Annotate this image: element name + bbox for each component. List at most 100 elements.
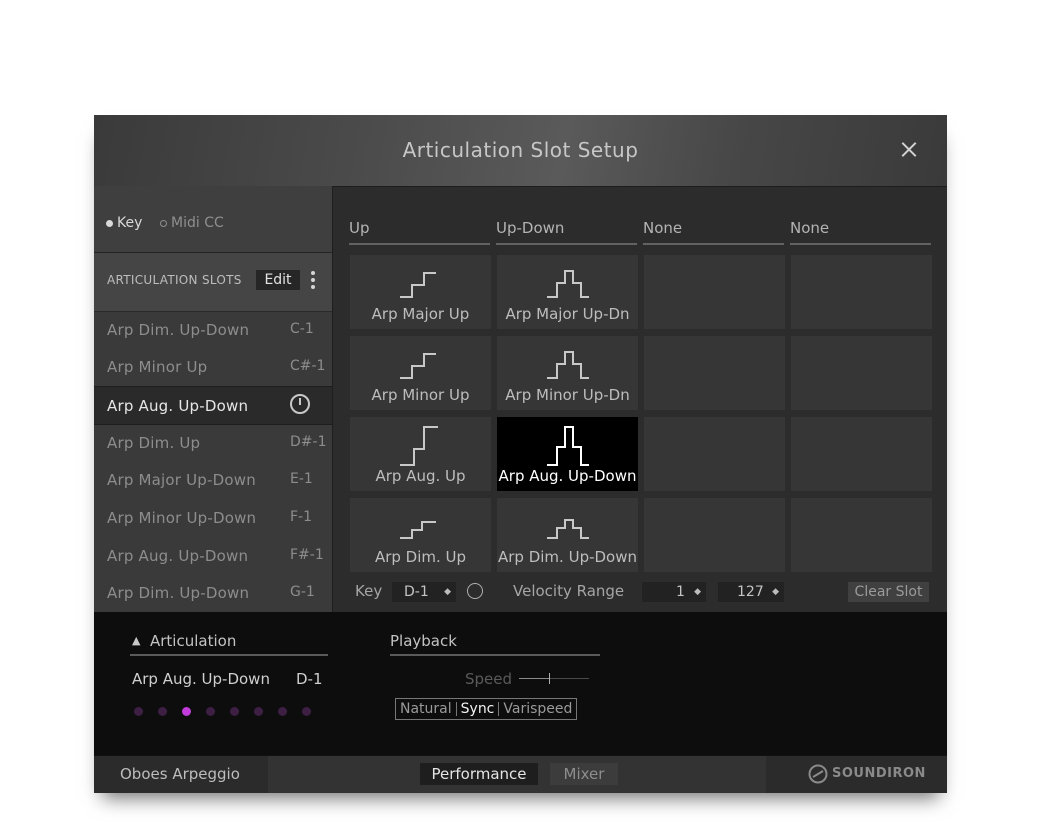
slot-key: C#-1 [290, 358, 326, 374]
articulation-cell[interactable]: Arp Dim. Up [350, 498, 491, 572]
velocity-min-value: 1 [676, 584, 685, 600]
current-articulation-name: Arp Aug. Up-Down [132, 670, 270, 688]
articulation-dot[interactable] [206, 707, 215, 716]
empty-cell[interactable] [644, 255, 785, 329]
articulation-dot[interactable] [302, 707, 311, 716]
tab-mixer[interactable]: Mixer [550, 763, 618, 785]
empty-cell[interactable] [644, 417, 785, 491]
velocity-max-input[interactable]: 127 ◆ [718, 582, 784, 602]
articulation-dot[interactable] [158, 707, 167, 716]
clear-slot-button[interactable]: Clear Slot [848, 582, 929, 602]
speed-slider[interactable] [519, 673, 589, 684]
collapse-triangle-icon: ▲ [132, 634, 141, 647]
slot-item[interactable]: Arp Aug. Up-Down F#-1 [94, 537, 332, 574]
slot-name: Arp Aug. Up-Down [107, 547, 249, 565]
slot-item[interactable]: Arp Minor Up C#-1 [94, 348, 332, 385]
cell-label: Arp Minor Up [371, 386, 470, 404]
close-icon[interactable] [894, 135, 924, 165]
articulation-slot-setup-window: Articulation Slot Setup Key Midi CC ARTI… [94, 115, 947, 793]
brand-panel: SOUNDIRON [766, 756, 947, 793]
arp-up-icon [400, 426, 438, 466]
articulation-cell[interactable]: Arp Major Up-Dn [497, 255, 638, 329]
arp-up-icon [400, 353, 436, 379]
slot-item[interactable]: Arp Dim. Up-Down G-1 [94, 574, 332, 611]
cell-label: Arp Major Up-Dn [505, 305, 630, 323]
arp-up-down-icon [547, 351, 589, 379]
footer-bar: Oboes Arpeggio Performance Mixer SOUNDIR… [94, 755, 947, 793]
sync-mode-button[interactable]: Sync [457, 699, 499, 719]
empty-cell[interactable] [791, 417, 932, 491]
key-selector[interactable]: D-1 ◆ [392, 582, 456, 602]
more-options-icon[interactable] [310, 269, 316, 291]
cell-label: Arp Dim. Up-Down [498, 548, 637, 566]
slot-name: Arp Dim. Up-Down [107, 321, 250, 339]
articulation-dot[interactable] [230, 707, 239, 716]
arp-up-icon [400, 272, 436, 298]
articulation-cell[interactable]: Arp Aug. Up [350, 417, 491, 491]
current-articulation-key: D-1 [296, 670, 323, 688]
learn-icon[interactable] [467, 583, 483, 599]
speed-slider-handle[interactable] [549, 673, 550, 684]
velocity-min-input[interactable]: 1 ◆ [642, 582, 706, 602]
slot-item[interactable]: Arp Minor Up-Down F-1 [94, 499, 332, 536]
articulation-dot-active[interactable] [182, 707, 191, 716]
articulation-dot[interactable] [278, 707, 287, 716]
speed-label: Speed [465, 670, 513, 688]
slot-name: Arp Minor Up [107, 358, 208, 376]
slot-item[interactable]: Arp Dim. Up-Down C-1 [94, 311, 332, 348]
velocity-max-value: 127 [737, 584, 764, 600]
spinner-arrows-icon: ◆ [694, 587, 701, 597]
column-header-up[interactable]: Up [349, 219, 490, 245]
articulation-cell[interactable]: Arp Minor Up [350, 336, 491, 410]
empty-cell[interactable] [644, 336, 785, 410]
cell-label: Arp Major Up [371, 305, 470, 323]
empty-cell[interactable] [791, 336, 932, 410]
empty-cell[interactable] [791, 255, 932, 329]
slot-name: Arp Minor Up-Down [107, 509, 257, 527]
articulation-dot[interactable] [254, 707, 263, 716]
slot-item[interactable]: Arp Major Up-Down E-1 [94, 461, 332, 498]
slot-name: Arp Aug. Up-Down [107, 397, 249, 415]
edit-button[interactable]: Edit [256, 270, 300, 290]
mode-selector: Key Midi CC [94, 186, 332, 253]
articulation-section-header[interactable]: ▲ Articulation [130, 632, 328, 656]
articulation-cell-selected[interactable]: Arp Aug. Up-Down [497, 417, 638, 491]
arp-up-down-icon [547, 519, 589, 539]
articulation-dots [134, 707, 326, 716]
column-header-none[interactable]: None [643, 219, 784, 245]
slot-name: Arp Dim. Up [107, 434, 201, 452]
articulation-cell[interactable]: Arp Major Up [350, 255, 491, 329]
slot-key: G-1 [290, 584, 315, 600]
playback-header-label: Playback [390, 632, 457, 650]
articulation-dot[interactable] [134, 707, 143, 716]
slot-item-selected[interactable]: Arp Aug. Up-Down [94, 386, 332, 425]
window-title: Articulation Slot Setup [402, 138, 639, 162]
tab-performance[interactable]: Performance [420, 763, 538, 785]
slot-key: F-1 [290, 509, 313, 525]
key-radio[interactable]: Key [106, 215, 142, 231]
column-header-up-down[interactable]: Up-Down [496, 219, 637, 245]
title-bar: Articulation Slot Setup [94, 115, 947, 187]
spinner-arrows-icon: ◆ [444, 587, 451, 597]
preset-name: Oboes Arpeggio [120, 765, 240, 783]
articulation-cell[interactable]: Arp Dim. Up-Down [497, 498, 638, 572]
arp-up-down-icon [547, 270, 589, 298]
midicc-radio[interactable]: Midi CC [160, 215, 224, 231]
articulation-cell[interactable]: Arp Minor Up-Dn [497, 336, 638, 410]
articulation-slots-label: ARTICULATION SLOTS [107, 273, 242, 287]
spinner-arrows-icon: ◆ [772, 587, 779, 597]
slot-key: D#-1 [290, 434, 327, 450]
empty-cell[interactable] [791, 498, 932, 572]
playback-mode-selector: Natural Sync Varispeed [395, 698, 578, 720]
empty-cell[interactable] [644, 498, 785, 572]
arp-up-down-icon [547, 426, 589, 466]
midicc-radio-label: Midi CC [171, 215, 224, 231]
velocity-range-label: Velocity Range [513, 582, 625, 600]
slot-item[interactable]: Arp Dim. Up D#-1 [94, 424, 332, 461]
column-header-none[interactable]: None [790, 219, 931, 245]
cell-label: Arp Aug. Up-Down [498, 467, 637, 485]
natural-mode-button[interactable]: Natural [396, 699, 456, 719]
learn-key-icon[interactable] [290, 394, 310, 414]
varispeed-mode-button[interactable]: Varispeed [499, 699, 576, 719]
key-label: Key [355, 582, 383, 600]
